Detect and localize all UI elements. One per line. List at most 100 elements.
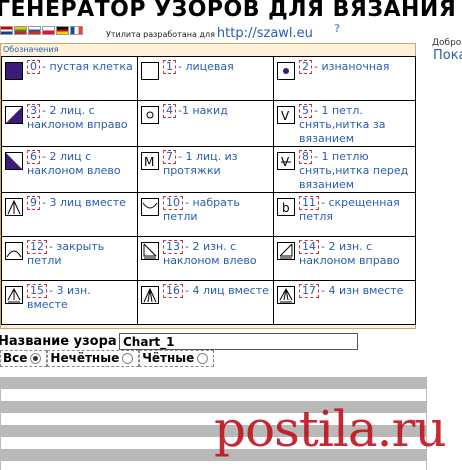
filter-even-radio[interactable]: [197, 352, 209, 364]
legend-text: 17- 4 изн вместе: [299, 284, 403, 298]
legend-number: 15: [27, 284, 47, 298]
m-icon[interactable]: M: [141, 152, 159, 170]
legend-cell-11[interactable]: b 11- скрещенная петля: [273, 192, 416, 237]
legend-text: 5- 1 петл. снять,нитка за вязанием: [299, 104, 412, 146]
language-flags: [0, 26, 83, 35]
bind-off-icon[interactable]: [5, 242, 23, 260]
legend-cell-9[interactable]: 9- 3 лиц вместе: [1, 192, 138, 237]
legend-number: 6: [27, 150, 40, 164]
legend-text: 1- лицевая: [163, 60, 234, 74]
legend-cell-17[interactable]: 17- 4 изн вместе: [273, 280, 416, 325]
legend-cell-16[interactable]: 16- 4 лиц вместе: [137, 280, 274, 325]
legend-description: - пустая клетка: [42, 60, 133, 73]
flag-ru-icon[interactable]: [28, 26, 41, 35]
v-bar-icon[interactable]: V: [277, 152, 295, 170]
legend-text: 9- 3 лиц вместе: [27, 196, 126, 210]
legend-text: 10- набрать петли: [163, 196, 270, 224]
legend-cell-7[interactable]: M 7- 1 лиц. из протяжки: [137, 146, 274, 193]
legend-cell-14[interactable]: 14- 2 изн. с наклоном вправо: [273, 236, 416, 281]
flag-en-icon[interactable]: [0, 26, 13, 35]
three-together-icon[interactable]: [5, 198, 23, 216]
legend-text: 15- 3 изн. вместе: [27, 284, 134, 312]
flag-pl-icon[interactable]: [42, 26, 55, 35]
legend-cell-6[interactable]: 6- 2 лиц с наклоном влево: [1, 146, 138, 193]
purl-left-icon[interactable]: [141, 242, 159, 260]
legend-text: 7- 1 лиц. из протяжки: [163, 150, 270, 178]
legend-row: 3- 2 лиц. с наклоном вправо 4 -1 накид V 5- …: [1, 100, 416, 147]
legend-cell-10[interactable]: 10- набрать петли: [137, 192, 274, 237]
legend-description: - 2 лиц. с наклоном вправо: [27, 104, 128, 131]
legend-number: 1: [163, 60, 176, 74]
filter-odd-label: Нечётные: [50, 351, 120, 365]
purl-right-icon[interactable]: [277, 242, 295, 260]
legend-number: 9: [27, 196, 40, 210]
legend-description: - 2 лиц с наклоном влево: [27, 150, 121, 177]
circle-icon[interactable]: [141, 106, 159, 124]
filter-all[interactable]: Все: [0, 349, 48, 367]
legend-text: 2- изнаночная: [299, 60, 389, 74]
b-icon[interactable]: b: [277, 198, 295, 216]
legend-number: 2: [299, 60, 312, 74]
flag-de-icon[interactable]: [56, 26, 69, 35]
cast-on-icon[interactable]: [141, 198, 159, 216]
legend-cell-1[interactable]: 1- лицевая: [137, 56, 274, 101]
flag-lt-icon[interactable]: [14, 26, 27, 35]
v-icon[interactable]: V: [277, 106, 295, 124]
legend-number: 17: [299, 284, 319, 298]
dot-icon[interactable]: [277, 62, 295, 80]
greeting-text: Добро: [432, 38, 462, 48]
four-purl-icon[interactable]: [277, 286, 295, 304]
legend-text: 13- 2 изн. с наклоном влево: [163, 240, 270, 268]
legend-cell-4[interactable]: 4 -1 накид: [137, 100, 274, 147]
credit-text: Утилита разработана для: [106, 30, 215, 39]
legend-cell-2[interactable]: 2- изнаночная: [273, 56, 416, 101]
legend-cell-5[interactable]: V 5- 1 петл. снять,нитка за вязанием: [273, 100, 416, 147]
legend-cell-0[interactable]: 0- пустая клетка: [1, 56, 138, 101]
filter-even-label: Чётные: [142, 351, 195, 365]
legend-cell-13[interactable]: 13- 2 изн. с наклоном влево: [137, 236, 274, 281]
pattern-name-input[interactable]: [119, 333, 358, 350]
four-knit-icon[interactable]: [141, 286, 159, 304]
legend-number: 3: [27, 104, 40, 118]
filled-square-icon[interactable]: [5, 62, 23, 80]
legend-number: 12: [27, 240, 47, 254]
legend-row: 12- закрыть петли 13- 2 изн. с наклоном в…: [1, 236, 416, 281]
legend-number: 13: [163, 240, 183, 254]
legend-description: -1 накид: [178, 104, 228, 117]
filter-all-label: Все: [3, 351, 28, 365]
show-link[interactable]: Пока: [433, 48, 462, 63]
legend-number: 8: [299, 150, 312, 164]
row-filter: Все Нечётные Чётные: [0, 349, 215, 367]
legend-text: 6- 2 лиц с наклоном влево: [27, 150, 134, 178]
credit-link[interactable]: http://szawl.eu: [217, 26, 313, 41]
legend-description: - 1 петлю снять,нитка перед вязанием: [299, 150, 409, 191]
page-title: ГЕНЕРАТОР УЗОРОВ ДЛЯ ВЯЗАНИЯ: [0, 0, 457, 22]
legend-table: 0- пустая клетка 1- лицевая 2- изнаночная 3…: [1, 56, 416, 325]
legend-text: 3- 2 лиц. с наклоном вправо: [27, 104, 134, 132]
filter-all-radio[interactable]: [30, 352, 42, 364]
legend-cell-3[interactable]: 3- 2 лиц. с наклоном вправо: [1, 100, 138, 147]
filter-odd-radio[interactable]: [122, 352, 134, 364]
right-slant-icon[interactable]: [5, 106, 23, 124]
svg-text:M: M: [144, 155, 154, 169]
help-icon[interactable]: ?: [334, 22, 340, 35]
legend-cell-12[interactable]: 12- закрыть петли: [1, 236, 138, 281]
filter-odd[interactable]: Нечётные: [47, 349, 140, 367]
legend-title: Обозначения: [3, 45, 59, 54]
legend-cell-8[interactable]: V8- 1 петлю снять,нитка перед вязанием: [273, 146, 416, 193]
empty-square-icon[interactable]: [141, 62, 159, 80]
filter-even[interactable]: Чётные: [139, 349, 215, 367]
flag-fr-icon[interactable]: [70, 26, 83, 35]
legend-number: 0: [27, 60, 40, 74]
legend-text: 14- 2 изн. с наклоном вправо: [299, 240, 412, 268]
legend-description: - 3 лиц вместе: [42, 196, 126, 209]
legend-text: 8- 1 петлю снять,нитка перед вязанием: [299, 150, 412, 192]
legend-panel: Обозначения 0- пустая клетка 1- лицевая 2-…: [0, 43, 416, 329]
three-purl-icon[interactable]: [5, 286, 23, 304]
legend-number: 10: [163, 196, 183, 210]
legend-description: - лицевая: [178, 60, 234, 73]
legend-cell-15[interactable]: 15- 3 изн. вместе: [1, 280, 138, 325]
legend-description: - изнаночная: [314, 60, 390, 73]
legend-text: 0- пустая клетка: [27, 60, 133, 74]
left-slant-icon[interactable]: [5, 152, 23, 170]
